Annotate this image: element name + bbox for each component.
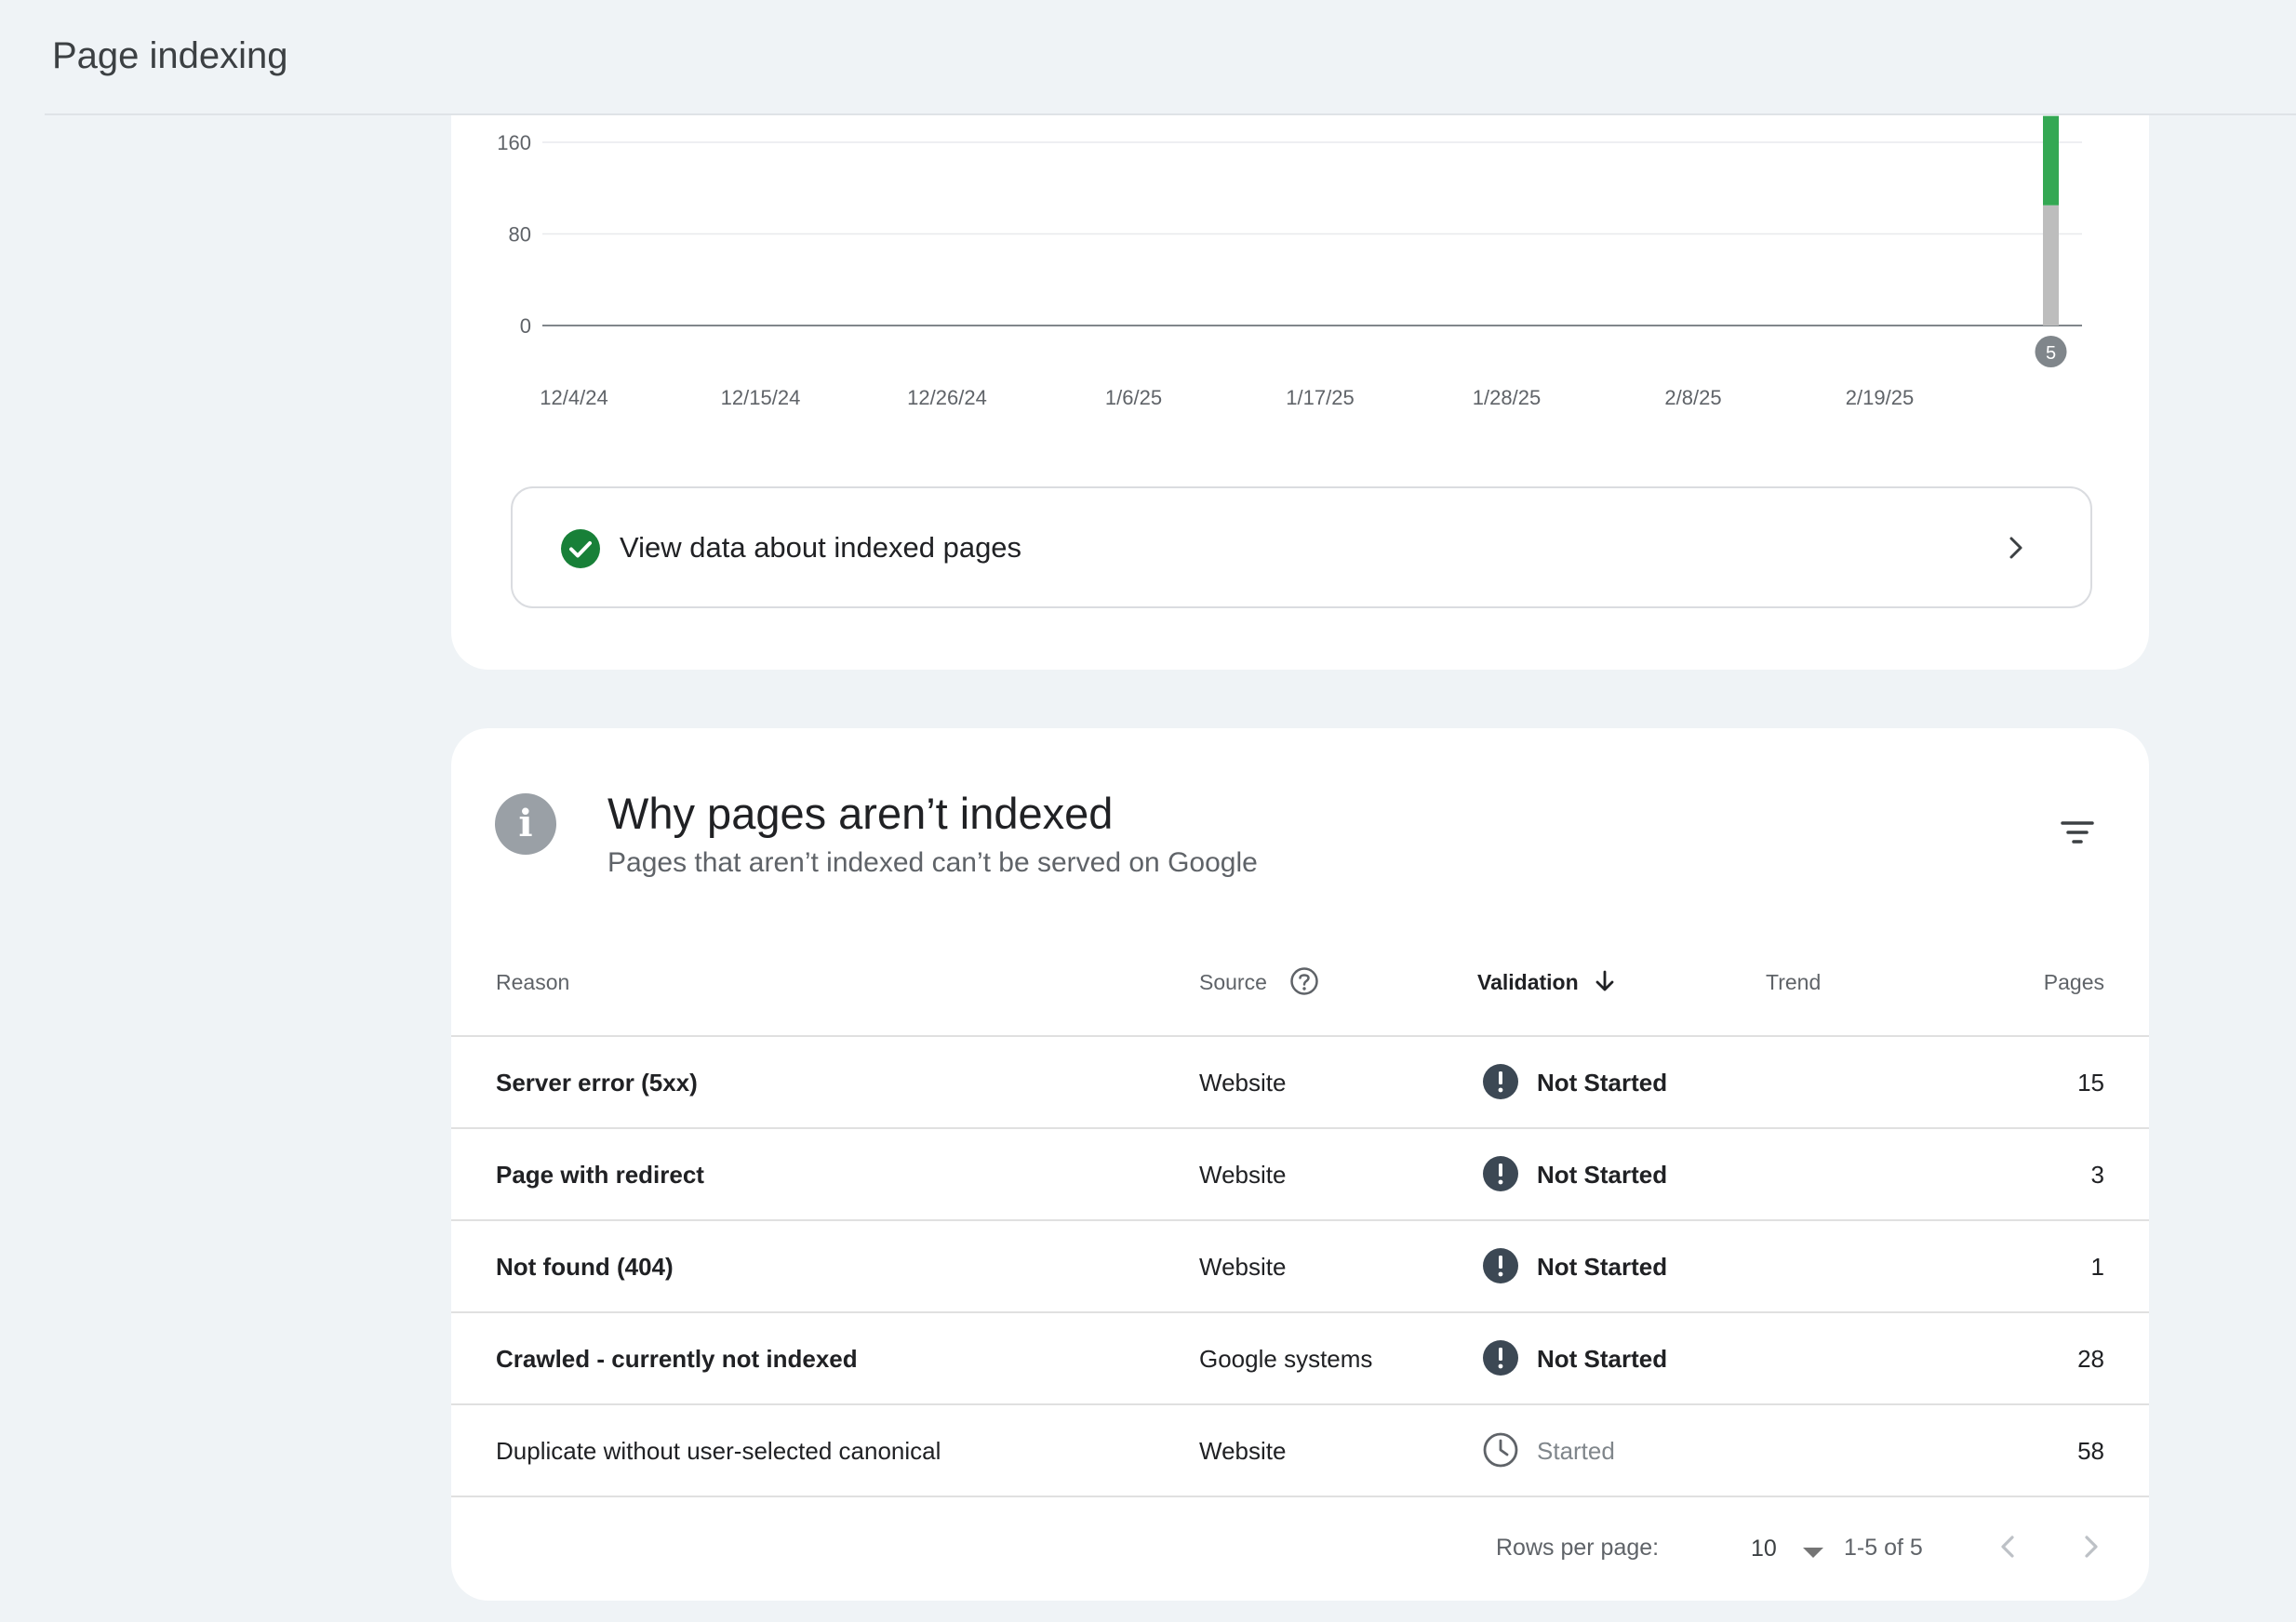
reason-cell: Crawled - currently not indexed [496, 1345, 858, 1373]
x-tick-label: 1/17/25 [1286, 386, 1354, 409]
column-header-trend: Trend [1766, 970, 1822, 994]
pagination-range: 1-5 of 5 [1844, 1535, 1923, 1561]
row-divider [451, 1496, 2149, 1497]
reason-cell: Duplicate without user-selected canonica… [496, 1437, 941, 1465]
page-title: Page indexing [52, 35, 288, 76]
rows-per-page-select[interactable]: 10 [1751, 1536, 1853, 1569]
filter-icon[interactable] [2057, 812, 2098, 853]
x-tick-label: 1/28/25 [1473, 386, 1541, 409]
column-header-validation[interactable]: Validation [1477, 970, 1579, 995]
column-header-source[interactable]: Source [1199, 970, 1267, 995]
alert-circle-icon [1483, 1064, 1518, 1099]
table-row[interactable]: Page with redirect Website Not Started 3 [451, 1129, 2149, 1221]
chevron-right-icon [2009, 537, 2022, 559]
validation-status: Not Started [1537, 1069, 1668, 1097]
page-header: Page indexing [0, 0, 2296, 115]
alert-circle-icon [1483, 1156, 1518, 1191]
x-tick-label: 12/26/24 [907, 386, 987, 409]
chevron-down-icon [1803, 1548, 1823, 1558]
y-tick-label: 160 [497, 131, 531, 154]
y-tick-label: 80 [509, 223, 531, 246]
table-row[interactable]: Server error (5xx) Website Not Started 15 [451, 1037, 2149, 1129]
alert-circle-icon [1483, 1340, 1518, 1376]
view-indexed-pages-label: View data about indexed pages [620, 531, 1022, 564]
pages-cell: 15 [2077, 1069, 2104, 1097]
table-row[interactable]: Crawled - currently not indexed Google sy… [451, 1313, 2149, 1405]
section-subtitle: Pages that aren’t indexed can’t be serve… [607, 847, 1258, 878]
view-indexed-pages-link[interactable]: View data about indexed pages [511, 486, 2092, 608]
x-tick-label: 12/15/24 [721, 386, 801, 409]
column-header-reason[interactable]: Reason [496, 970, 569, 995]
previous-page-icon[interactable] [1982, 1521, 2035, 1573]
validation-status: Not Started [1537, 1253, 1668, 1281]
validation-status: Not Started [1537, 1161, 1668, 1189]
x-tick-label: 2/19/25 [1846, 386, 1914, 409]
source-cell: Website [1199, 1253, 1287, 1281]
source-cell: Website [1199, 1069, 1287, 1097]
rows-per-page-value: 10 [1751, 1536, 1777, 1562]
clock-icon [1483, 1432, 1518, 1468]
section-title: Why pages aren’t indexed [607, 789, 1114, 838]
x-tick-label: 1/6/25 [1105, 386, 1162, 409]
pages-cell: 1 [2090, 1253, 2104, 1281]
indexing-chart: 0 80 160 12/4/24 12/15/24 12/26/24 1/6/25 1/17/… [497, 115, 2082, 409]
pages-cell: 28 [2077, 1345, 2104, 1373]
pages-cell: 58 [2077, 1437, 2104, 1465]
validation-status: Not Started [1537, 1345, 1668, 1373]
not-indexed-card: i Why pages aren’t indexed Pages that ar… [451, 728, 2149, 1601]
source-cell: Website [1199, 1161, 1287, 1189]
bar-segment [2043, 115, 2059, 206]
reason-cell: Page with redirect [496, 1161, 704, 1189]
info-icon: i [495, 793, 556, 855]
source-cell: Website [1199, 1437, 1287, 1465]
next-page-icon[interactable] [2064, 1521, 2116, 1573]
check-circle-icon [561, 529, 600, 568]
bar-segment [2043, 205, 2059, 326]
validation-status: Started [1537, 1437, 1615, 1465]
reason-cell: Server error (5xx) [496, 1069, 698, 1097]
column-header-pages[interactable]: Pages [2044, 970, 2104, 995]
alert-circle-icon [1483, 1248, 1518, 1283]
x-tick-label: 12/4/24 [540, 386, 607, 409]
rows-per-page-label: Rows per page: [1496, 1535, 1660, 1561]
arrow-down-icon[interactable] [1591, 967, 1619, 995]
source-cell: Google systems [1199, 1345, 1373, 1373]
annotation-label: 5 [2046, 343, 2056, 364]
table-row[interactable]: Duplicate without user-selected canonica… [451, 1405, 2149, 1497]
x-tick-label: 2/8/25 [1664, 386, 1721, 409]
chart-card: 0 80 160 12/4/24 12/15/24 12/26/24 1/6/25 1/17/… [451, 115, 2149, 670]
help-circle-icon[interactable] [1288, 965, 1320, 997]
table-row[interactable]: Not found (404) Website Not Started 1 [451, 1221, 2149, 1313]
reason-cell: Not found (404) [496, 1253, 674, 1281]
y-tick-label: 0 [520, 314, 531, 338]
pages-cell: 3 [2090, 1161, 2104, 1189]
